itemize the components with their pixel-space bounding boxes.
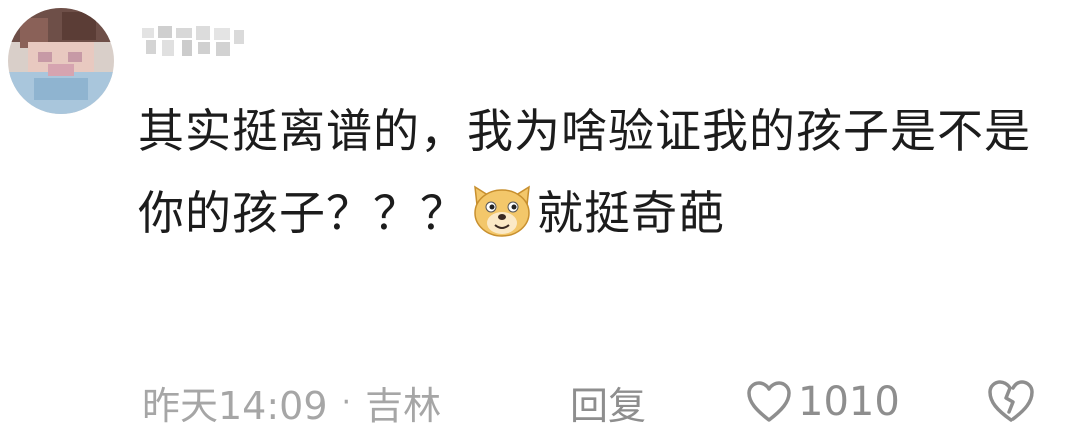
avatar[interactable] — [8, 8, 114, 114]
comment-location: 吉林 — [365, 383, 442, 428]
dislike-button[interactable] — [987, 378, 1035, 426]
like-button[interactable]: 1010 — [746, 374, 900, 430]
doge-emoji-icon — [469, 181, 535, 239]
broken-heart-icon — [987, 380, 1035, 433]
username-pixelated[interactable] — [142, 22, 246, 62]
comment-text: 其实挺离谱的，我为啥验证我的孩子是不是你的孩子？？？ 就挺奇葩 — [138, 90, 1038, 254]
comment-item: 其实挺离谱的，我为啥验证我的孩子是不是你的孩子？？？ 就挺奇葩 昨天14:09 … — [0, 0, 1080, 432]
reply-button[interactable]: 回复 — [570, 374, 646, 430]
comment-time: 昨天14:09 — [142, 383, 328, 428]
like-count: 1010 — [798, 379, 900, 425]
meta-separator: · — [341, 384, 352, 420]
comment-text-part2: 就挺奇葩 — [537, 186, 725, 240]
heart-outline-icon — [746, 380, 798, 424]
comment-meta: 昨天14:09 · 吉林 回复 1010 — [142, 374, 1042, 430]
